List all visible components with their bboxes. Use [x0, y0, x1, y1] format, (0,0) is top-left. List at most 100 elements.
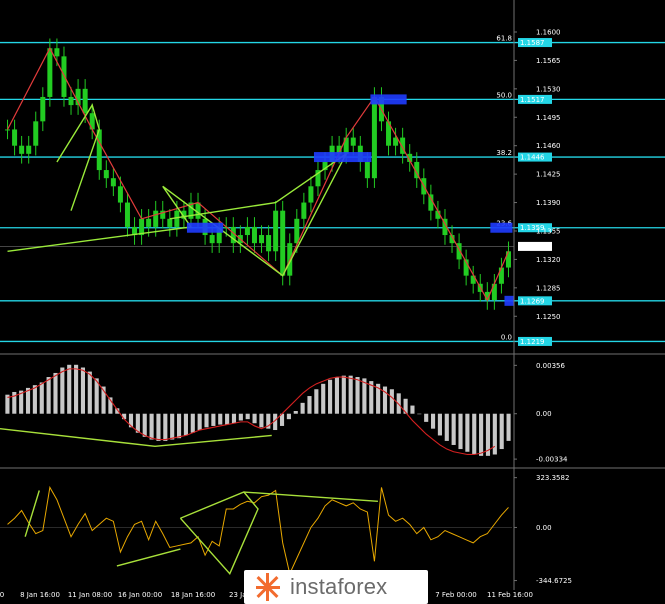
fib-level-label: 38.2: [496, 149, 512, 157]
price-candle: [294, 218, 300, 244]
histogram-bar: [149, 413, 154, 440]
histogram-bar: [307, 396, 312, 414]
current-price-label: 1.1336: [520, 243, 545, 251]
price-candle: [40, 96, 46, 122]
level-zone: [370, 94, 407, 105]
histogram-bar: [465, 413, 470, 452]
histogram-bar: [183, 413, 188, 436]
histogram-bar: [218, 413, 223, 425]
time-tick-label: 11 Jan 08:00: [68, 591, 112, 599]
histogram-bar: [479, 413, 484, 456]
price-candle: [174, 210, 180, 227]
price-candle: [26, 145, 32, 154]
price-candle: [61, 56, 67, 97]
price-candle: [280, 210, 286, 276]
watermark-logo-icon: [256, 573, 280, 601]
price-tick-label: 1.1460: [536, 142, 561, 150]
price-candle: [364, 161, 370, 179]
histogram-bar: [458, 413, 463, 450]
cci-tick-label: -344.6725: [536, 577, 572, 585]
price-candle: [47, 48, 53, 97]
histogram-bar: [417, 413, 422, 415]
histogram-bar: [341, 375, 346, 414]
cci-tick-label: 323.3582: [536, 474, 569, 482]
price-candle: [505, 251, 511, 268]
histogram-bar: [80, 367, 86, 414]
price-tick-label: 1.1600: [536, 28, 561, 36]
price-candle: [82, 88, 88, 114]
histogram-bar: [46, 377, 51, 414]
price-candle: [33, 121, 39, 146]
level-zone: [186, 222, 224, 233]
fib-price-label: 1.1517: [520, 96, 545, 104]
price-candle: [54, 48, 60, 57]
histogram-bar: [231, 413, 237, 424]
histogram-bar: [238, 413, 243, 421]
histogram-bar: [170, 413, 175, 440]
time-tick-label: 8 Jan 16:00: [20, 591, 60, 599]
histogram-bar: [53, 372, 58, 414]
histogram-bar: [348, 375, 353, 414]
fib-level-label: 0.0: [501, 333, 512, 341]
histogram-bar: [225, 413, 230, 425]
histogram-bar: [334, 377, 340, 414]
price-candle: [308, 186, 314, 203]
histogram-bar: [389, 389, 394, 414]
histogram-bar: [259, 413, 264, 428]
price-tick-label: 1.1355: [536, 227, 561, 235]
histogram-bar: [451, 413, 456, 445]
price-candle: [209, 235, 215, 244]
histogram-bar: [74, 364, 79, 414]
histogram-bar: [190, 413, 195, 433]
histogram-bar: [437, 413, 442, 436]
histogram-bar: [444, 413, 449, 441]
time-tick-label: 16 Jan 00:00: [118, 591, 162, 599]
time-tick-label: 0: [0, 591, 4, 599]
price-candle: [498, 267, 504, 284]
level-zone: [313, 152, 372, 163]
price-candle: [491, 283, 497, 301]
price-tick-label: 1.1320: [536, 256, 561, 264]
watermark: instaforex: [244, 570, 428, 604]
price-candle: [266, 235, 272, 252]
macd-tick-label: -0.00334: [536, 456, 568, 464]
price-candle: [5, 129, 11, 131]
histogram-bar: [156, 413, 161, 441]
histogram-bar: [87, 371, 92, 414]
histogram-bar: [252, 413, 257, 424]
price-candle: [259, 235, 265, 244]
price-tick-label: 1.1390: [536, 199, 561, 207]
histogram-bar: [314, 389, 319, 414]
fib-price-label: 1.1587: [520, 39, 545, 47]
histogram-bar: [430, 413, 436, 429]
fib-level-label: 50.0: [496, 91, 512, 99]
histogram-bar: [197, 413, 202, 431]
price-tick-label: 1.1250: [536, 313, 561, 321]
histogram-bar: [286, 413, 291, 420]
macd-tick-label: 0.00: [536, 410, 552, 418]
price-tick-label: 1.1425: [536, 171, 561, 179]
price-candle: [146, 218, 152, 227]
watermark-text: instaforex: [290, 574, 388, 599]
price-candle: [301, 202, 307, 219]
price-tick-label: 1.1565: [536, 57, 561, 65]
histogram-bar: [204, 413, 209, 428]
price-candle: [251, 226, 257, 244]
price-candle: [68, 96, 74, 106]
trading-chart: 61.81.158750.01.151738.21.144623.61.1359…: [0, 0, 665, 604]
time-tick-label: 18 Jan 16:00: [171, 591, 215, 599]
histogram-bar: [163, 413, 168, 441]
histogram-bar: [472, 413, 477, 455]
fib-price-label: 1.1219: [520, 338, 545, 346]
histogram-bar: [60, 367, 65, 414]
histogram-bar: [300, 402, 305, 414]
level-zone: [490, 222, 513, 233]
histogram-bar: [424, 413, 429, 422]
price-candle: [350, 137, 356, 146]
price-candle: [19, 145, 25, 154]
price-candle: [103, 170, 109, 179]
fib-price-label: 1.1446: [520, 154, 545, 162]
histogram-bar: [39, 382, 44, 414]
price-tick-label: 1.1285: [536, 284, 561, 292]
histogram-bar: [499, 413, 504, 450]
